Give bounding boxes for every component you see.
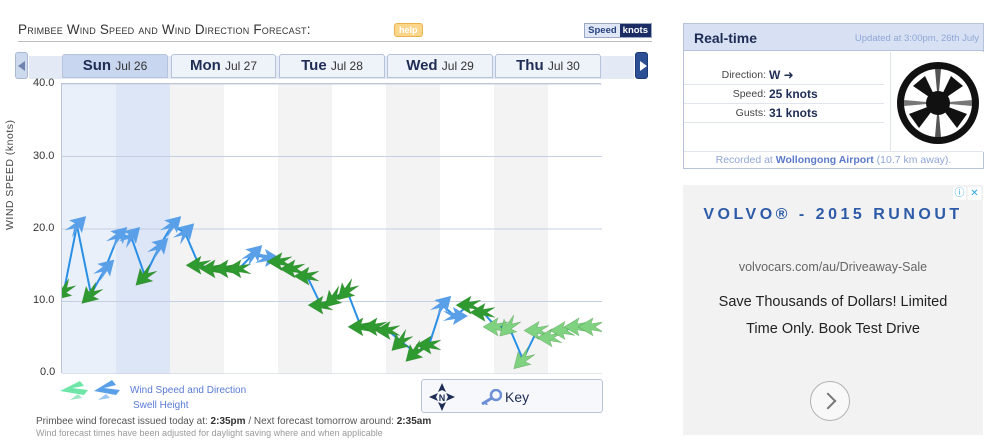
day-name: Thu [516,57,544,74]
speed-label: Speed: [732,88,766,100]
gusts-label: Gusts: [735,107,766,119]
legend-swell-label: Swell Height [133,400,189,411]
day-date: Jul 27 [224,59,258,73]
day-date: Jul 28 [330,59,363,73]
chevron-left-icon [18,61,25,71]
y-axis-title: WIND SPEED (knots) [4,119,16,230]
day-name: Wed [406,57,438,74]
ad-url[interactable]: volvocars.com/au/Driveaway-Sale [683,260,983,274]
tab-day-sun[interactable]: Sun Jul 26 [62,54,168,78]
realtime-speed-row: Speed: 25 knots [684,86,884,104]
help-button[interactable]: help [394,23,423,37]
speed-value: 25 knots [769,87,818,101]
tab-day-wed[interactable]: Wed Jul 29 [387,54,493,78]
realtime-direction-row: Direction: W ➜ [684,67,884,85]
day-date: Jul 30 [547,59,580,73]
forecast-title: Primbee Wind Speed and Wind Direction Fo… [18,22,311,37]
recorded-place-link[interactable]: Wollongong Airport [776,154,874,166]
y-tick-label: 20.0 [33,222,55,234]
tab-day-thu[interactable]: Thu Jul 30 [495,54,601,78]
recorded-suffix: (10.7 km away). [876,154,952,166]
y-tick-label: 40.0 [33,77,55,89]
tab-day-mon[interactable]: Mon Jul 27 [171,54,276,78]
prev-day-button[interactable] [15,52,28,79]
forecast-issued-info: Primbee wind forecast issued today at: 2… [36,416,431,427]
realtime-gusts-row: Gusts: 31 knots [684,105,884,123]
info-icon[interactable]: ⓘ [953,187,966,200]
legend-speed-label: Wind Speed and Direction [130,385,247,396]
y-tick-label: 30.0 [33,150,55,162]
realtime-header: Real-time Updated at 3:00pm, 26th July [684,24,983,51]
y-tick-label: 0.0 [40,366,56,378]
issued-prefix: Primbee wind forecast issued today at: [36,416,208,427]
recorded-prefix: Recorded at [715,154,773,166]
issued-time: 2:35pm [210,416,246,427]
realtime-title: Real-time [694,30,758,46]
unit-toggle[interactable]: Speed knots [584,23,652,38]
wind-chart [54,83,604,375]
close-icon[interactable]: ✕ [968,187,981,200]
realtime-recorded: Recorded at Wollongong Airport (10.7 km … [684,151,983,166]
direction-label: Direction: [721,69,766,81]
next-prefix: / Next forecast tomorrow around: [248,416,394,427]
advertisement[interactable]: ⓘ ✕ VOLVO® - 2015 RUNOUT volvocars.com/a… [683,185,983,435]
wind-chart-svg [54,83,604,375]
day-name: Sun [82,57,112,74]
unit-knots-label[interactable]: knots [619,24,651,37]
ad-controls: ⓘ ✕ [953,187,981,200]
direction-value: W ➜ [769,68,794,82]
day-name: Tue [301,57,327,74]
key-icon [481,389,502,405]
chevron-right-icon [640,61,647,71]
unit-speed-label[interactable]: Speed [585,24,620,37]
legend-arrows-icon [60,380,120,400]
ad-next-button[interactable] [810,381,850,421]
forecast-header: Primbee Wind Speed and Wind Direction Fo… [18,20,652,42]
ad-title[interactable]: VOLVO® - 2015 RUNOUT [683,203,983,227]
ad-text: Save Thousands of Dollars! Limited Time … [718,294,948,337]
compass-icon: N [429,383,455,411]
key-label: Key [505,389,530,405]
wind-dial [890,52,984,152]
next-time: 2:35am [396,416,432,427]
chevron-right-icon [819,392,837,410]
realtime-updated: Updated at 3:00pm, 26th July [854,33,979,44]
day-date: Jul 29 [441,59,474,73]
realtime-panel: Real-time Updated at 3:00pm, 26th July D… [683,23,984,169]
wind-direction-dial-icon [897,62,979,144]
y-tick-label: 10.0 [33,294,55,306]
next-day-button[interactable] [635,52,648,79]
day-name: Mon [189,57,221,74]
tab-day-tue[interactable]: Tue Jul 28 [279,54,385,78]
gusts-value: 31 knots [769,106,818,120]
compass-label: N [439,393,446,403]
forecast-footnote: Wind forecast times have been adjusted f… [36,428,383,438]
day-date: Jul 26 [115,59,148,73]
